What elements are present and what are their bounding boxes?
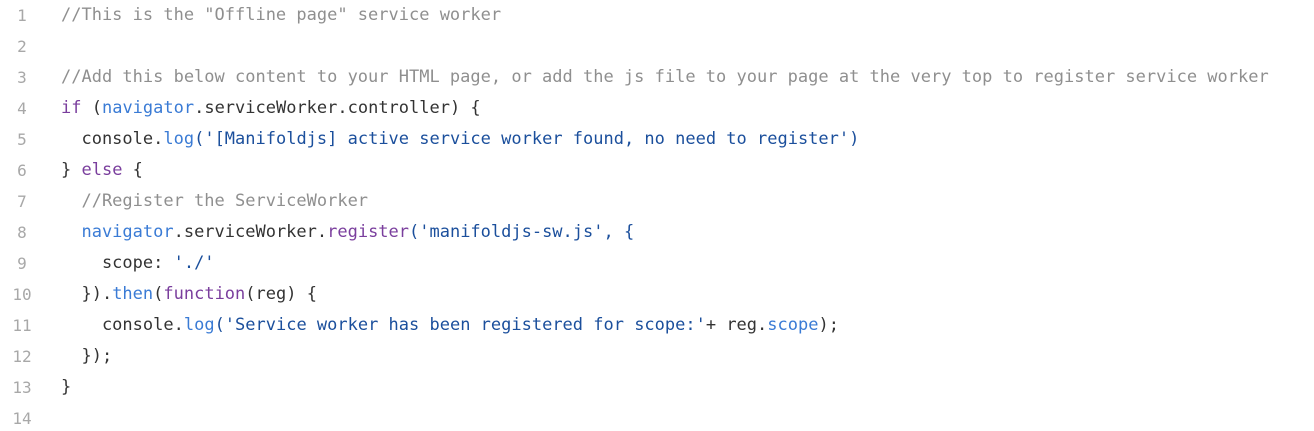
code-token-plain: ( — [81, 98, 102, 118]
line-number: 4 — [17, 99, 27, 118]
code-text: //Add this below content to your HTML pa… — [61, 62, 1269, 93]
code-token-keyword: function — [163, 284, 246, 304]
line-number: 12 — [12, 347, 32, 366]
line-number: 5 — [17, 130, 27, 149]
code-editor[interactable]: 1 //This is the "Offline page" service wo… — [0, 0, 1314, 431]
code-token-plain: ( — [153, 284, 164, 304]
code-token-plain: ); — [818, 315, 839, 335]
code-line[interactable]: 13} — [0, 372, 1314, 403]
code-line[interactable]: 5 console.log('[Manifoldjs] active servi… — [0, 124, 1314, 155]
code-line[interactable]: 11 console.log('Service worker has been … — [0, 310, 1314, 341]
code-token-plain: . — [153, 129, 164, 149]
code-token-plain: }). — [61, 284, 113, 304]
code-line[interactable]: 12 }); — [0, 341, 1314, 372]
line-number: 3 — [17, 68, 27, 87]
code-token-plain: console — [61, 129, 154, 149]
code-token-string: ('manifoldjs-sw.js', { — [409, 222, 635, 242]
line-number: 8 — [17, 223, 27, 242]
code-token-func: register — [327, 222, 410, 242]
code-token-prop: log — [183, 315, 215, 335]
code-text: } else { — [61, 155, 143, 186]
line-number: 9 — [17, 254, 27, 273]
code-text: console.log('Service worker has been reg… — [61, 310, 839, 341]
code-token-prop: navigator — [61, 222, 174, 242]
code-line[interactable]: 1 //This is the "Offline page" service wo… — [0, 0, 1314, 31]
code-token-plain: console — [61, 315, 174, 335]
code-token-string: './' — [173, 253, 215, 273]
line-number: 13 — [12, 378, 32, 397]
code-token-prop: navigator — [101, 98, 195, 118]
code-token-keyword: else — [81, 160, 123, 180]
code-token-prop: scope — [767, 315, 819, 335]
code-token-string: ('[Manifoldjs] active service worker fou… — [194, 129, 860, 149]
code-line[interactable]: 3 //Add this below content to your HTML p… — [0, 62, 1314, 93]
line-number: 14 — [12, 409, 32, 428]
code-text: } — [61, 372, 71, 403]
code-token-plain: + reg. — [705, 315, 768, 335]
code-text: //This is the "Offline page" service wor… — [61, 0, 501, 31]
code-token-plain: . — [173, 315, 184, 335]
code-token-plain: .serviceWorker. — [173, 222, 328, 242]
code-token-prop: log — [163, 129, 195, 149]
code-line[interactable]: 10 }).then(function(reg) { — [0, 279, 1314, 310]
code-line[interactable]: 8 navigator.serviceWorker.register('mani… — [0, 217, 1314, 248]
code-text: //Register the ServiceWorker — [61, 186, 368, 217]
code-text: }).then(function(reg) { — [61, 279, 317, 310]
code-text: console.log('[Manifoldjs] active service… — [61, 124, 859, 155]
code-token-plain: .serviceWorker.controller) { — [194, 98, 481, 118]
line-number: 7 — [17, 192, 27, 211]
code-token-plain: } — [61, 160, 82, 180]
line-number: 11 — [12, 316, 32, 335]
line-number: 2 — [17, 37, 27, 56]
code-token-plain: { — [122, 160, 143, 180]
code-token-plain: } — [61, 377, 72, 397]
code-token-comment: //Add this below content to your HTML pa… — [61, 67, 1269, 87]
line-number: 10 — [12, 285, 32, 304]
code-line[interactable]: 6} else { — [0, 155, 1314, 186]
code-line[interactable]: 2 — [0, 31, 1314, 62]
code-line[interactable]: 14 — [0, 403, 1314, 431]
code-token-prop: then — [112, 284, 154, 304]
code-text: if (navigator.serviceWorker.controller) … — [61, 93, 481, 124]
line-number: 1 — [17, 6, 27, 25]
code-text: scope: './' — [61, 248, 215, 279]
code-token-plain: scope: — [61, 253, 174, 273]
code-token-keyword: if — [61, 98, 82, 118]
code-text: navigator.serviceWorker.register('manifo… — [61, 217, 634, 248]
line-number: 6 — [17, 161, 27, 180]
code-token-comment: //This is the "Offline page" service wor… — [61, 5, 502, 25]
code-line[interactable]: 7 //Register the ServiceWorker — [0, 186, 1314, 217]
code-token-string: ('Service worker has been registered for… — [214, 315, 706, 335]
code-token-plain: (reg) { — [245, 284, 317, 304]
code-token-comment: //Register the ServiceWorker — [61, 191, 369, 211]
code-text: }); — [61, 341, 112, 372]
code-line[interactable]: 4 if (navigator.serviceWorker.controller)… — [0, 93, 1314, 124]
code-line[interactable]: 9 scope: './' — [0, 248, 1314, 279]
code-token-plain: }); — [61, 346, 113, 366]
